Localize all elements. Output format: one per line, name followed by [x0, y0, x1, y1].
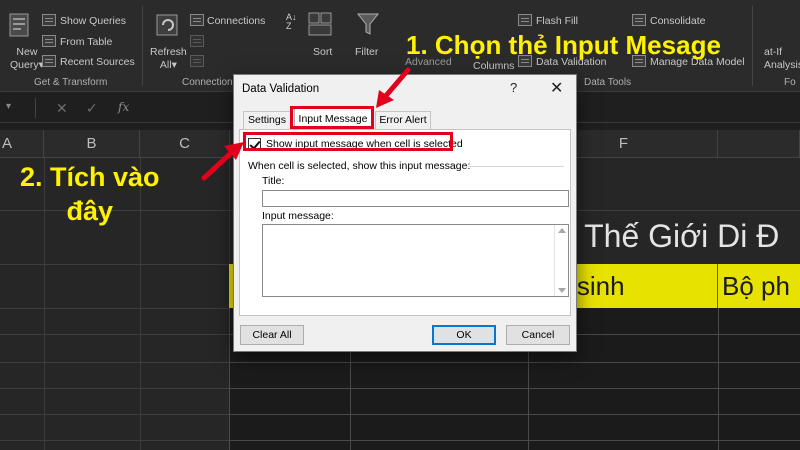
textarea-scrollbar[interactable] — [554, 225, 568, 296]
refresh-all-button[interactable]: Refresh All▾ — [150, 46, 187, 72]
title-label: Title: — [262, 175, 285, 187]
help-button[interactable]: ? — [510, 80, 517, 95]
group-label-data-tools: Data Tools — [584, 77, 632, 88]
arrow-to-checkbox-icon — [201, 142, 244, 181]
connections-icon — [190, 14, 204, 26]
confirm-entry-icon[interactable]: ✓ — [86, 100, 98, 117]
annotation-step-2-line-2: đây — [66, 196, 114, 226]
input-message-textarea[interactable] — [262, 224, 569, 297]
section-label: When cell is selected, show this input m… — [248, 160, 471, 172]
from-table-icon — [42, 35, 56, 47]
insert-function-icon[interactable]: fx — [118, 100, 129, 114]
refresh-icon — [156, 14, 178, 36]
new-query-icon — [9, 13, 29, 37]
sort-icon — [308, 12, 332, 36]
grid-line — [229, 362, 800, 363]
cancel-entry-icon[interactable]: ✕ — [56, 100, 68, 117]
consolidate-icon — [632, 14, 646, 26]
edit-links-icon — [190, 55, 204, 67]
from-table-button[interactable]: From Table — [60, 36, 112, 48]
ok-button[interactable]: OK — [432, 325, 496, 345]
sheet-title-cell[interactable]: n Thế Giới Di Đ — [558, 218, 779, 255]
group-label-connections: Connection — [182, 77, 233, 88]
scroll-up-icon[interactable] — [558, 228, 566, 233]
dropdown-caret-icon: ▾ — [171, 59, 177, 71]
annotation-step-2: 2. Tích vào đây — [20, 160, 160, 228]
title-input[interactable] — [262, 190, 569, 207]
columns-button[interactable]: Columns — [473, 60, 514, 72]
section-divider — [468, 166, 564, 167]
show-queries-icon — [42, 14, 56, 26]
filter-button[interactable]: Filter — [355, 46, 378, 58]
sort-button[interactable]: Sort — [313, 46, 332, 58]
ribbon-separator — [142, 6, 143, 86]
input-message-panel: Show input message when cell is selected… — [239, 129, 571, 316]
flash-fill-icon — [518, 14, 532, 26]
grid-line — [229, 388, 800, 389]
column-header-a[interactable]: A — [0, 130, 44, 158]
flash-fill-button[interactable]: Flash Fill — [536, 15, 578, 27]
namebox-dropdown-icon[interactable]: ▾ — [6, 101, 11, 112]
ribbon-separator — [752, 6, 753, 86]
data-validation-dialog: Data Validation ? ✕ Settings Input Messa… — [233, 74, 577, 352]
filter-icon — [356, 13, 380, 35]
arrow-to-input-message-tab-icon — [376, 67, 411, 108]
tab-settings[interactable]: Settings — [243, 111, 291, 130]
grid-line — [718, 308, 719, 450]
group-label-get-transform: Get & Transform — [34, 77, 108, 88]
dialog-title: Data Validation — [242, 83, 320, 95]
column-header-g[interactable] — [718, 130, 800, 158]
annotation-step-1: 1. Chọn thẻ Input Mesage — [406, 30, 721, 60]
scroll-down-icon[interactable] — [558, 288, 566, 293]
show-queries-button[interactable]: Show Queries — [60, 15, 126, 27]
group-label-forecast: Fo — [784, 77, 796, 88]
close-button[interactable]: ✕ — [550, 78, 563, 98]
sort-az-icon: A↓ Z — [286, 12, 297, 31]
clear-all-button[interactable]: Clear All — [240, 325, 304, 345]
cancel-button[interactable]: Cancel — [506, 325, 570, 345]
input-message-label: Input message: — [262, 210, 334, 222]
grid-line — [229, 308, 230, 450]
properties-icon — [190, 35, 204, 47]
grid-line — [229, 414, 800, 415]
grid-line — [229, 440, 800, 441]
tab-error-alert[interactable]: Error Alert — [375, 111, 431, 130]
recent-sources-icon — [42, 55, 56, 67]
consolidate-button[interactable]: Consolidate — [650, 15, 705, 27]
highlight-box-input-message-tab — [290, 106, 374, 129]
header-cell-department[interactable]: Bộ ph — [718, 264, 800, 308]
column-header-b[interactable]: B — [44, 130, 140, 158]
annotation-step-2-line-1: 2. Tích vào — [20, 162, 160, 192]
connections-button[interactable]: Connections — [207, 15, 265, 27]
highlight-box-checkbox — [243, 132, 453, 151]
new-query-button[interactable]: New Query▾ — [10, 46, 44, 72]
recent-sources-button[interactable]: Recent Sources — [60, 56, 135, 68]
what-if-analysis-button[interactable]: at-If Analysis — [764, 46, 800, 72]
